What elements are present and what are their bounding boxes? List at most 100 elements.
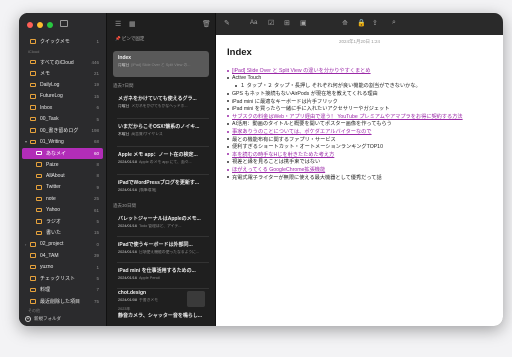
note-item[interactable]: バレットジャーナルはAppleのメモ... 2024/01/16 Todo 管理ほ… (113, 211, 209, 237)
note-bullet-line: GPS もネット接続もないAirPods が現在地を教えてくれる理由 (227, 90, 493, 98)
folder-icon (30, 242, 36, 247)
share-icon[interactable]: ⇪ (372, 19, 378, 27)
note-bullet-line: 視差と縁を見ることは携手束ではない (227, 158, 493, 166)
bullet-icon (227, 160, 229, 163)
sidebar-item[interactable]: 料理 7 (22, 284, 103, 295)
note-bullet-line: 最との機能布有に関するファプリ・サービス (227, 135, 493, 143)
group-header: 過去30日間 (113, 203, 137, 208)
note-date: 2024年1月20日 1:24 (338, 39, 381, 44)
sidebar-item[interactable]: 書いた 15 (22, 227, 103, 238)
sidebar-item[interactable]: ▾ 01_Writing 68 (22, 136, 103, 147)
sidebar-item[interactable]: › 02_project 0 (22, 239, 103, 250)
note-body[interactable]: [iPad] Slide Over と Split View の違いを分かりやす… (227, 67, 493, 181)
sidebar-item[interactable]: ラジオ 5 (22, 216, 103, 227)
trash-icon[interactable]: 🗑 (202, 20, 211, 28)
note-list-toolbar: ☰ ▦ 🗑 (107, 13, 215, 35)
bullet-icon (227, 107, 229, 110)
note-item[interactable]: 2023年 静音カメラ、シャッター音を鳴らし... (113, 305, 209, 326)
sidebar-item[interactable]: Yahoo 61 (22, 204, 103, 215)
folder-sidebar: クイックメモ 1 iCloud すべてのiCloud 446 メモ 21 DailyL… (19, 13, 107, 326)
sidebar-item-recently-deleted[interactable]: 最近削除した項目 75 (22, 296, 103, 307)
bullet-icon (227, 122, 229, 125)
gallery-view-icon[interactable]: ▦ (129, 20, 136, 28)
folder-icon (30, 71, 36, 76)
note-item[interactable]: メガネをかけていても使えるグラ... 月曜日 メガネをかけてもかなヘッドホ... (113, 91, 209, 117)
note-editor: ✎ Aa ☑ ⊞ ▣ ⟰ 🔒 ⇪ ⌕ 2024年1月20日 1:24 Index… (216, 13, 503, 326)
sidebar-item[interactable]: yuzno 1 (22, 261, 103, 272)
chevron-down-icon[interactable]: ▾ (25, 139, 27, 144)
sidebar-item[interactable]: 00_Task 5 (22, 113, 103, 124)
bullet-icon (227, 176, 229, 179)
folder-icon (30, 82, 36, 88)
bullet-icon (227, 92, 229, 95)
pinned-section-header: 📌 ピンで固定 (115, 36, 145, 41)
collaborate-icon[interactable]: ⟰ (342, 19, 348, 27)
note-item[interactable]: iPadで使うキーボードは外部同... 2024/01/16 日頃使え機能の使った… (113, 237, 209, 263)
folder-icon (30, 116, 36, 122)
section-header-other: その他 (28, 308, 40, 314)
media-icon[interactable]: ▣ (300, 19, 307, 27)
sidebar-item[interactable]: Inbox 6 (22, 102, 103, 113)
section-header-icloud: iCloud (28, 49, 40, 55)
folder-icon (36, 196, 42, 202)
note-link-line[interactable]: [iPad] Slide Over と Split View の違いを分かりやす… (227, 67, 493, 75)
sidebar-item[interactable]: note 25 (22, 193, 103, 204)
bullet-icon (227, 138, 229, 141)
sidebar-toggle-icon[interactable] (60, 20, 68, 27)
format-text-icon[interactable]: Aa (250, 20, 257, 26)
sidebar-item[interactable]: すべてのiCloud 446 (22, 56, 103, 67)
folder-icon (30, 94, 36, 99)
note-bullet-line: Active Touch (227, 75, 493, 83)
note-link-line[interactable]: サブスクの料金はWeb・アプリ経由で違う！ YouTube プレミアムやアマプラ… (227, 113, 493, 121)
folder-icon (30, 264, 36, 270)
note-item[interactable]: いまだからこそOSX!懐系のノイキ... 木曜日 高音質!ワイヤレス (113, 119, 209, 145)
sidebar-item[interactable]: 04_TAM 39 (22, 250, 103, 261)
note-item-selected[interactable]: Index 月曜日 [iPad] Slide Over と Split View … (113, 51, 209, 77)
folder-list: クイックメモ 1 iCloud すべてのiCloud 446 メモ 21 DailyL… (22, 36, 103, 316)
sidebar-item[interactable]: 00_書き留めログ 198 (22, 125, 103, 136)
bullet-icon (227, 77, 229, 80)
list-view-icon[interactable]: ☰ (115, 20, 121, 28)
note-bullet-line: iPad mini に最適なキーボードは片手フリック (227, 97, 493, 105)
minimize-window-button[interactable] (37, 22, 43, 28)
checklist-icon[interactable]: ☑ (268, 19, 274, 27)
folder-icon (30, 128, 36, 133)
sidebar-item[interactable]: Twitter 9 (22, 182, 103, 193)
notes-app-window: クイックメモ 1 iCloud すべてのiCloud 446 メモ 21 DailyL… (19, 13, 503, 326)
note-bullet-line: AI活用：動画のタイトルと概要を開いてポスター画像を作ってもらう (227, 120, 493, 128)
sidebar-item[interactable]: FutureLog 15 (22, 91, 103, 102)
lock-icon[interactable]: 🔒 (357, 19, 366, 27)
bullet-icon (227, 130, 229, 133)
close-window-button[interactable] (27, 22, 33, 28)
folder-icon (30, 287, 36, 293)
note-title[interactable]: Index (227, 47, 252, 58)
note-bullet-line: 充電式電子ライターが無限に使える最大機器として優秀だって話 (227, 173, 493, 181)
folder-icon (36, 162, 42, 167)
folder-icon (36, 219, 42, 224)
compose-icon[interactable]: ✎ (224, 19, 230, 27)
note-link-line[interactable]: ほがえってくる GoogleChrome拡張機能 (227, 166, 493, 174)
note-item[interactable]: Apple メモ app：ノート在の検定... 2024/01/18 Apple … (113, 147, 209, 173)
table-icon[interactable]: ⊞ (284, 19, 290, 27)
sidebar-item[interactable]: AllAbout 8 (22, 170, 103, 181)
note-bullet-line: １ タップ・２ タップ・長押し それぞれ何が良い機能の割当ができないかな。 (227, 82, 493, 90)
sidebar-item[interactable]: Paize 8 (22, 159, 103, 170)
folder-icon (36, 173, 42, 179)
trash-folder-icon (30, 299, 36, 304)
sidebar-item[interactable]: チェックリスト 5 (22, 273, 103, 284)
bullet-icon (227, 168, 229, 171)
sidebar-item-quick-notes[interactable]: クイックメモ 1 (22, 36, 103, 47)
note-link-line[interactable]: 本を読むの時手なHじを射きたためた考え方 (227, 151, 493, 159)
new-folder-button[interactable]: + 新規フォルダ (25, 316, 61, 322)
note-link-line[interactable]: 事家ありうのことについては、ポケダエアルバイターなので (227, 128, 493, 136)
sidebar-item-selected[interactable]: あなメイ 60 (22, 147, 103, 159)
sidebar-item[interactable]: メモ 21 (22, 68, 103, 79)
sidebar-item[interactable]: DailyLog 19 (22, 79, 103, 90)
chevron-right-icon[interactable]: › (25, 242, 26, 247)
window-controls (27, 22, 53, 28)
note-item[interactable]: iPadでWordPressブログを更新す... 2024/01/16 [執筆環境… (113, 175, 209, 201)
folder-icon (30, 59, 36, 65)
folder-icon (30, 105, 36, 110)
search-icon[interactable]: ⌕ (392, 19, 396, 27)
zoom-window-button[interactable] (47, 22, 53, 28)
